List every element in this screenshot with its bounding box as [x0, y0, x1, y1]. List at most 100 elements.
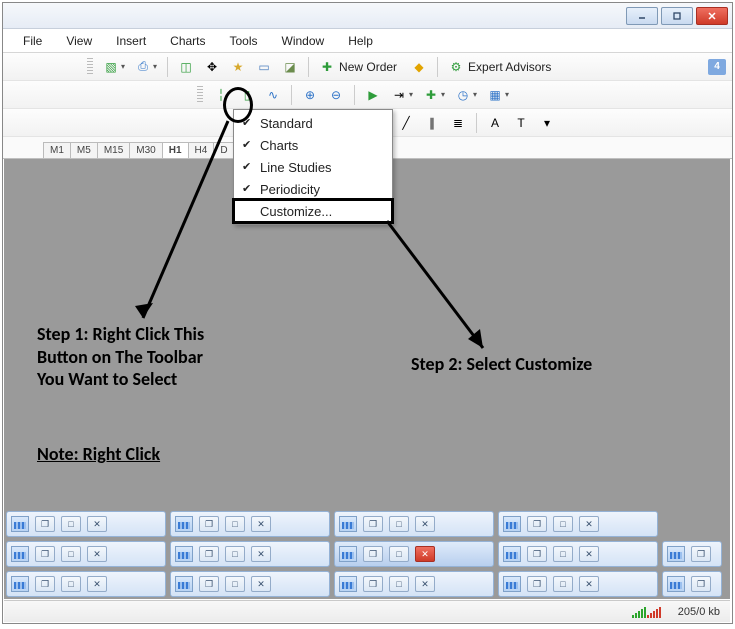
close-icon[interactable]: ✕: [87, 546, 107, 562]
ctx-customize[interactable]: Customize...: [234, 200, 392, 222]
restore-icon[interactable]: ❐: [363, 516, 383, 532]
navigator-button[interactable]: ✥: [200, 56, 224, 78]
restore-icon[interactable]: ❐: [691, 546, 711, 562]
maximize-icon[interactable]: □: [61, 516, 81, 532]
maximize-icon[interactable]: □: [553, 576, 573, 592]
maximize-button[interactable]: [661, 7, 693, 25]
restore-icon[interactable]: ❐: [527, 576, 547, 592]
maximize-icon[interactable]: □: [61, 576, 81, 592]
restore-icon[interactable]: ❐: [199, 576, 219, 592]
chart-window-min[interactable]: ❐: [662, 571, 722, 597]
templates-button[interactable]: ▦▾: [483, 84, 513, 106]
chart-window-min[interactable]: ❐□✕: [170, 541, 330, 567]
close-icon[interactable]: ✕: [579, 546, 599, 562]
chart-window-min[interactable]: ❐ □ ✕: [170, 511, 330, 537]
candlestick-button[interactable]: ▯: [235, 84, 259, 106]
metaeditor-button[interactable]: ◆: [407, 56, 431, 78]
chart-window-min[interactable]: ❐: [662, 541, 722, 567]
chart-window-min-active[interactable]: ❐ □ ✕: [334, 541, 494, 567]
close-icon[interactable]: ✕: [87, 576, 107, 592]
menu-tools[interactable]: Tools: [220, 32, 268, 50]
text-button[interactable]: A: [483, 112, 507, 134]
period-m15[interactable]: M15: [97, 142, 130, 158]
menu-help[interactable]: Help: [338, 32, 383, 50]
fibonacci-button[interactable]: ≣: [446, 112, 470, 134]
close-icon[interactable]: ✕: [251, 576, 271, 592]
maximize-icon[interactable]: □: [225, 546, 245, 562]
restore-icon[interactable]: ❐: [199, 516, 219, 532]
period-m5[interactable]: M5: [70, 142, 98, 158]
menu-insert[interactable]: Insert: [106, 32, 156, 50]
menu-charts[interactable]: Charts: [160, 32, 215, 50]
expert-advisors-button[interactable]: ⚙ Expert Advisors: [444, 56, 559, 78]
chart-window-min[interactable]: ❐ □ ✕: [6, 541, 166, 567]
chart-window-min[interactable]: ❐ □ ✕: [498, 571, 658, 597]
chart-window-min[interactable]: ❐ □ ✕: [6, 511, 166, 537]
chart-window-min[interactable]: ❐ □ ✕: [498, 541, 658, 567]
maximize-icon[interactable]: □: [389, 546, 409, 562]
maximize-icon[interactable]: □: [225, 516, 245, 532]
chart-window-min[interactable]: ❐ □ ✕: [334, 511, 494, 537]
ctx-charts[interactable]: ✔ Charts: [234, 134, 392, 156]
close-icon[interactable]: ✕: [87, 516, 107, 532]
close-icon[interactable]: ✕: [251, 546, 271, 562]
close-icon[interactable]: ✕: [415, 516, 435, 532]
maximize-icon[interactable]: □: [389, 516, 409, 532]
chart-shift-button[interactable]: ⇥▾: [387, 84, 417, 106]
period-m30[interactable]: M30: [129, 142, 162, 158]
close-icon[interactable]: ✕: [579, 516, 599, 532]
maximize-icon[interactable]: □: [61, 546, 81, 562]
chart-window-min[interactable]: ❐ □ ✕: [170, 571, 330, 597]
objects-button[interactable]: ▾: [535, 112, 559, 134]
menu-window[interactable]: Window: [272, 32, 335, 50]
auto-scroll-button[interactable]: ▶: [361, 84, 385, 106]
data-window-button[interactable]: ★: [226, 56, 250, 78]
profiles-button[interactable]: ⎙▾: [131, 56, 161, 78]
maximize-icon[interactable]: □: [553, 516, 573, 532]
zoom-out-button[interactable]: ⊖: [324, 84, 348, 106]
close-icon[interactable]: ✕: [579, 576, 599, 592]
toolbar-grip[interactable]: [87, 58, 93, 76]
close-icon[interactable]: ✕: [415, 576, 435, 592]
new-order-button[interactable]: ✚ New Order: [315, 56, 405, 78]
terminal-button[interactable]: ▭: [252, 56, 276, 78]
toolbar-grip[interactable]: [197, 86, 203, 104]
restore-icon[interactable]: ❐: [691, 576, 711, 592]
restore-icon[interactable]: ❐: [527, 516, 547, 532]
alerts-badge[interactable]: 4: [708, 59, 726, 75]
restore-icon[interactable]: ❐: [363, 546, 383, 562]
maximize-icon[interactable]: □: [389, 576, 409, 592]
close-icon[interactable]: ✕: [251, 516, 271, 532]
periods-button[interactable]: ◷▾: [451, 84, 481, 106]
minimize-button[interactable]: [626, 7, 658, 25]
ctx-line-studies[interactable]: ✔ Line Studies: [234, 156, 392, 178]
equidistant-channel-button[interactable]: ∥: [420, 112, 444, 134]
menu-view[interactable]: View: [56, 32, 102, 50]
market-watch-button[interactable]: ◫: [174, 56, 198, 78]
strategy-tester-button[interactable]: ◪: [278, 56, 302, 78]
restore-icon[interactable]: ❐: [35, 546, 55, 562]
close-button[interactable]: [696, 7, 728, 25]
close-icon[interactable]: ✕: [415, 546, 435, 562]
chart-window-min[interactable]: ❐□✕: [334, 571, 494, 597]
new-chart-button[interactable]: ▧▾: [99, 56, 129, 78]
period-h4[interactable]: H4: [188, 142, 215, 158]
bar-chart-button[interactable]: ╎: [209, 84, 233, 106]
restore-icon[interactable]: ❐: [35, 516, 55, 532]
line-chart-button[interactable]: ∿: [261, 84, 285, 106]
ctx-periodicity[interactable]: ✔ Periodicity: [234, 178, 392, 200]
indicators-button[interactable]: ✚▾: [419, 84, 449, 106]
period-d1[interactable]: D: [213, 142, 234, 158]
maximize-icon[interactable]: □: [225, 576, 245, 592]
restore-icon[interactable]: ❐: [527, 546, 547, 562]
restore-icon[interactable]: ❐: [35, 576, 55, 592]
maximize-icon[interactable]: □: [553, 546, 573, 562]
text-label-button[interactable]: T: [509, 112, 533, 134]
period-m1[interactable]: M1: [43, 142, 71, 158]
menu-file[interactable]: File: [13, 32, 52, 50]
period-h1[interactable]: H1: [162, 142, 189, 158]
zoom-in-button[interactable]: ⊕: [298, 84, 322, 106]
chart-window-min[interactable]: ❐ □ ✕: [6, 571, 166, 597]
trendline-button[interactable]: ╱: [394, 112, 418, 134]
chart-window-min[interactable]: ❐ □ ✕: [498, 511, 658, 537]
